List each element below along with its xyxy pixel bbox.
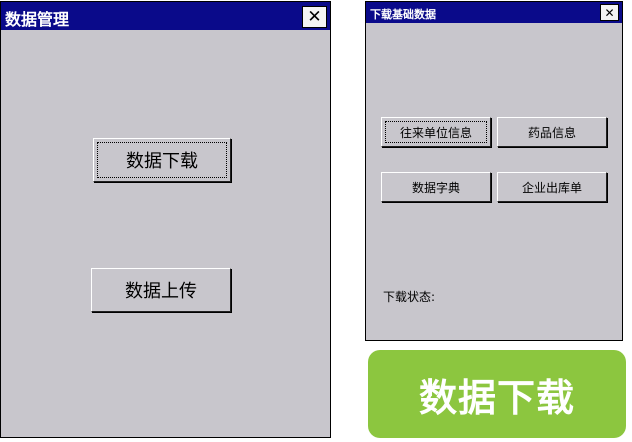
badge-text: 数据下载 [418,375,575,420]
data-dictionary-button[interactable]: 数据字典 [381,172,491,202]
button-label: 药品信息 [527,125,576,140]
title-bar: 下载基础数据 ✕ [366,2,622,23]
download-basic-data-window: 下载基础数据 ✕ 往来单位信息 药品信息 数据字典 企业出库单 下载状态: [365,1,623,341]
title-bar: 数据管理 ✕ [1,2,330,30]
button-label: 数据字典 [411,180,460,195]
drug-info-button[interactable]: 药品信息 [497,117,607,147]
button-label: 企业出库单 [521,180,582,195]
button-label: 往来单位信息 [399,125,472,140]
upload-data-button[interactable]: 数据上传 [91,268,231,312]
window-title: 数据管理 [5,10,70,29]
button-label: 数据上传 [125,281,197,302]
download-data-badge: 数据下载 [368,350,626,438]
close-button[interactable]: ✕ [302,6,327,28]
partner-info-button[interactable]: 往来单位信息 [381,117,491,147]
data-management-window: 数据管理 ✕ 数据下载 数据上传 [0,1,331,438]
close-icon: ✕ [604,5,615,20]
close-button[interactable]: ✕ [600,4,619,21]
close-icon: ✕ [307,7,322,27]
download-status-label: 下载状态: [383,290,436,304]
outbound-order-button[interactable]: 企业出库单 [497,172,607,202]
download-data-button[interactable]: 数据下载 [93,138,231,182]
button-label: 数据下载 [126,151,198,172]
window-title: 下载基础数据 [370,8,436,21]
